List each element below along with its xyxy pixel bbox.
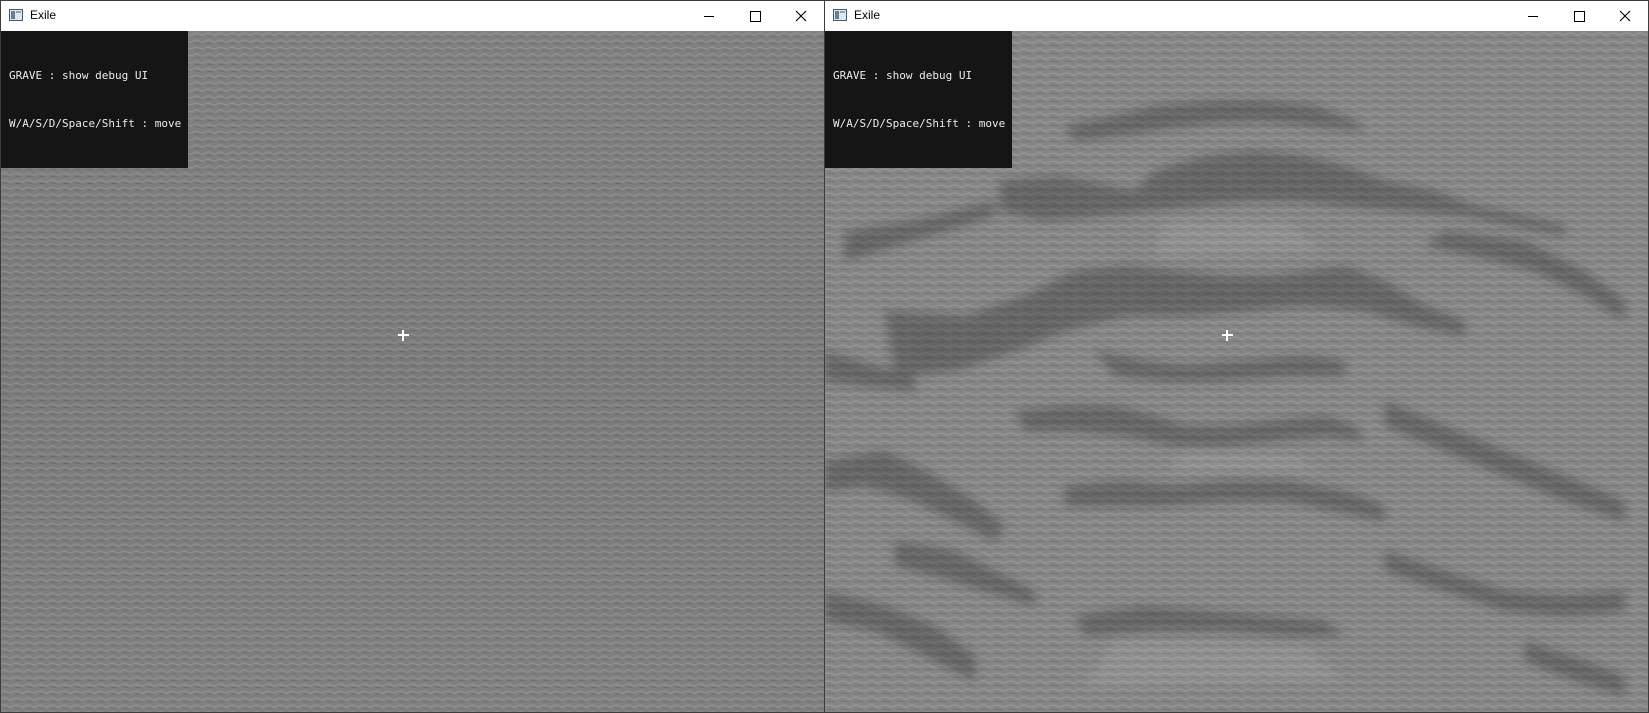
minimize-button[interactable] [686,1,732,31]
window-title: Exile [30,8,57,22]
minimize-button[interactable] [1510,1,1556,31]
crosshair-icon [398,330,409,341]
app-window-icon [9,9,23,21]
app-window-icon [833,9,847,21]
hud-help-panel: GRAVE : show debug UI W/A/S/D/Space/Shif… [825,31,1013,168]
crosshair-icon [1222,330,1233,341]
game-window-right: Exile GRAVE: show debug UI W/A/S/D/Spac… [824,0,1649,713]
game-window-left: Exile GRAVE: show debug UI W/A/S/D/Spac… [0,0,825,713]
close-button[interactable] [778,1,824,31]
close-icon [1619,10,1631,22]
game-viewport[interactable]: GRAVE : show debug UI W/A/S/D/Space/Shif… [1,31,824,712]
hud-move-hint: W/A/S/D/Space/Shift : move [9,117,182,130]
close-button[interactable] [1602,1,1648,31]
hud-move-hint: W/A/S/D/Space/Shift : move [833,117,1006,130]
title-bar[interactable]: Exile [1,1,824,31]
maximize-icon [1573,10,1585,22]
title-bar[interactable]: Exile [825,1,1648,31]
maximize-button[interactable] [732,1,778,31]
hud-debug-hint: GRAVE : show debug UI [9,69,149,82]
minimize-icon [1528,15,1538,17]
window-title: Exile [854,8,881,22]
maximize-button[interactable] [1556,1,1602,31]
minimize-icon [704,15,714,17]
hud-debug-hint: GRAVE : show debug UI [833,69,973,82]
hud-help-panel: GRAVE : show debug UI W/A/S/D/Space/Shif… [1,31,189,168]
maximize-icon [749,10,761,22]
game-viewport[interactable]: GRAVE : show debug UI W/A/S/D/Space/Shif… [825,31,1648,712]
close-icon [795,10,807,22]
